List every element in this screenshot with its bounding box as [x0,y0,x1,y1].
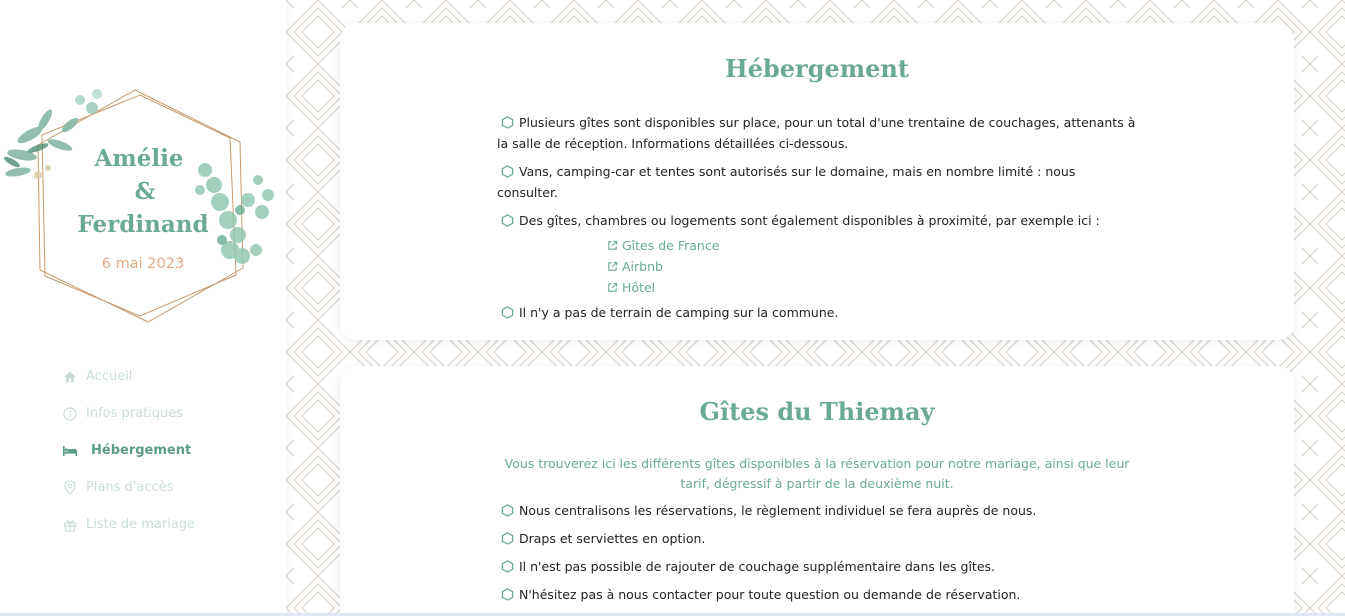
sidebar: Amélie & Ferdinand 6 mai 2023 Accueil In… [0,0,286,616]
external-link-icon [608,282,618,292]
list-item: Il n'est pas possible de rajouter de cou… [497,556,1137,577]
card-hebergement: Hébergement Plusieurs gîtes sont disponi… [340,23,1294,340]
list-item-text: Draps et serviettes en option. [519,531,706,546]
list-item: Nous centralisons les réservations, le r… [497,500,1137,521]
list-item: Des gîtes, chambres ou logements sont ég… [497,210,1137,231]
couple-ampersand: & [134,178,156,205]
list-item-text: N'hésitez pas à nous contacter pour tout… [519,587,1021,602]
home-icon [62,369,78,385]
info-icon [62,406,78,422]
list-item: N'hésitez pas à nous contacter pour tout… [497,584,1137,605]
hexagon-bullet-icon [501,532,514,545]
wedding-logo[interactable]: Amélie & Ferdinand 6 mai 2023 [0,80,286,330]
hexagon-bullet-icon [501,588,514,601]
hexagon-bullet-icon [501,165,514,178]
couple-name-first: Amélie [94,145,184,172]
external-link-icon [608,240,618,250]
map-pin-icon [62,480,78,496]
wedding-date: 6 mai 2023 [101,256,185,272]
hebergement-list: Plusieurs gîtes sont disponibles sur pla… [497,112,1137,330]
list-item: Draps et serviettes en option. [497,528,1137,549]
external-link-icon [608,261,618,271]
link-gites-de-france[interactable]: Gîtes de France [607,235,1137,256]
nav-item-accueil[interactable]: Accueil [62,358,195,395]
hexagon-bullet-icon [501,116,514,129]
bed-icon [62,443,78,459]
link-label: Airbnb [622,259,663,274]
gites-list: Vous trouverez ici les différents gîtes … [497,454,1137,612]
card-gites-du-thiemay: Gîtes du Thiemay Vous trouverez ici les … [340,366,1294,616]
list-item-text: Plusieurs gîtes sont disponibles sur pla… [497,115,1136,151]
link-label: Gîtes de France [622,238,720,253]
nav-item-liste-mariage[interactable]: Liste de mariage [62,506,195,543]
hexagon-bullet-icon [501,306,514,319]
section-title-gites: Gîtes du Thiemay [699,397,935,426]
link-label: Hôtel [622,280,656,295]
section-title-hebergement: Hébergement [725,54,909,83]
list-item-text: Il n'est pas possible de rajouter de cou… [519,559,995,574]
main-content: Hébergement Plusieurs gîtes sont disponi… [286,0,1345,616]
hexagon-bullet-icon [501,214,514,227]
list-item-text: Il n'y a pas de terrain de camping sur l… [519,305,839,320]
list-item-text: Vans, camping-car et tentes sont autoris… [497,164,1076,200]
nav-label: Liste de mariage [86,517,196,532]
list-item: Plusieurs gîtes sont disponibles sur pla… [497,112,1137,154]
link-airbnb[interactable]: Airbnb [607,256,1137,277]
hexagon-bullet-icon [501,504,514,517]
nav-label: Infos pratiques [86,406,184,421]
nav-label: Accueil [86,369,133,384]
list-item: Vans, camping-car et tentes sont autoris… [497,161,1137,203]
gites-intro: Vous trouverez ici les différents gîtes … [504,456,1130,491]
external-links: Gîtes de France Airbnb Hôtel [607,235,1137,298]
hexagon-bullet-icon [501,560,514,573]
list-item-text: Des gîtes, chambres ou logements sont ég… [519,213,1100,228]
list-item: Il n'y a pas de terrain de camping sur l… [497,302,1137,323]
nav-label: Hébergement [91,443,192,458]
nav-label: Plans d'accès [86,480,174,495]
nav-item-plans-acces[interactable]: Plans d'accès [62,469,195,506]
link-hotel[interactable]: Hôtel [607,277,1137,298]
nav-item-infos-pratiques[interactable]: Infos pratiques [62,395,195,432]
couple-name-second: Ferdinand [77,211,209,238]
nav-item-hebergement[interactable]: Hébergement [62,432,195,469]
list-item-text: Nous centralisons les réservations, le r… [519,503,1037,518]
gift-icon [62,517,78,533]
main-nav: Accueil Infos pratiques Hébergement Plan… [62,358,195,543]
